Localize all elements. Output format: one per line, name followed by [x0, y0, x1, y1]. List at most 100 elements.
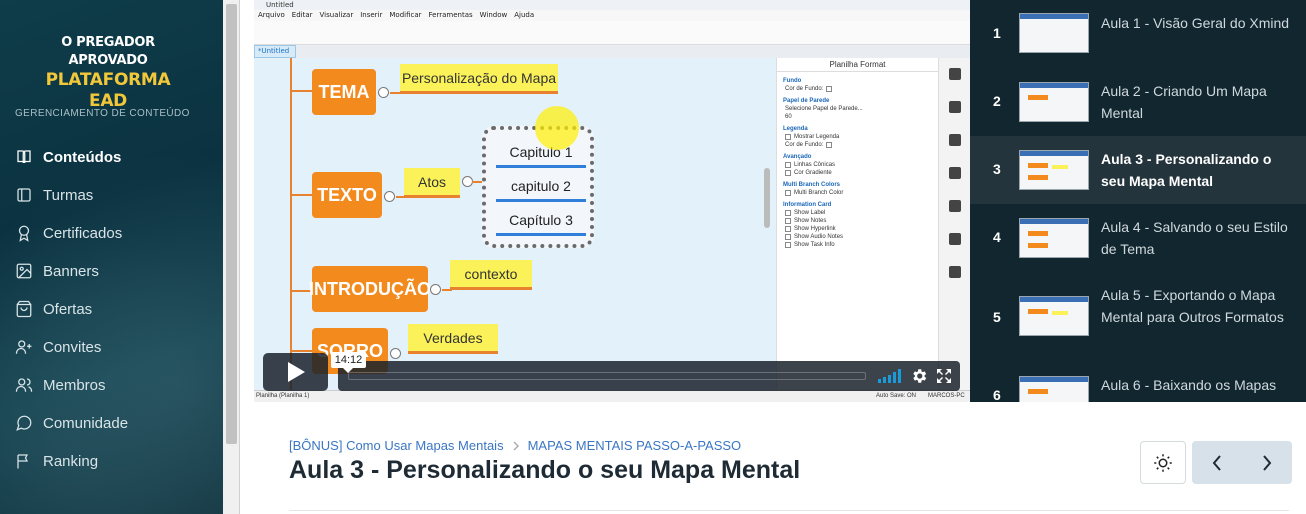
lesson-title: Aula 3 - Personalizando o seu Mapa Menta… [289, 456, 801, 484]
collapse-icon [430, 284, 441, 295]
collapse-icon [384, 191, 395, 202]
sidebar-item-certificados[interactable]: Certificados [15, 214, 215, 252]
video-player[interactable]: Untitled Arquivo Editar Visualizar Inser… [254, 0, 970, 402]
panel-row: Cor de Fundo: [785, 142, 938, 148]
brand-logo[interactable]: O PREGADOR APROVADO PLATAFORMA EAD [34, 34, 182, 112]
sidebar-item-label: Membros [43, 376, 106, 394]
panel-heading: Fundo [783, 78, 802, 84]
cursor-highlight [535, 106, 579, 150]
playlist-item[interactable]: 6 Aula 6 - Baixando os Mapas Mentais da … [970, 362, 1306, 402]
panel-heading: Papel de Parede [783, 98, 830, 104]
panel-value: 60 [785, 114, 792, 120]
playlist-item[interactable]: 2 Aula 2 - Criando Um Mapa Mental [970, 68, 1306, 136]
image-icon [948, 134, 961, 146]
sidebar-item-comunidade[interactable]: Comunidade [15, 404, 215, 442]
mindmap-canvas: TEMA Personalização do Mapa TEXTO Atos I… [254, 58, 776, 390]
volume-icon[interactable] [878, 369, 902, 383]
sidebar-item-convites[interactable]: Convites [15, 328, 215, 366]
playlist-item-title: Aula 1 - Visão Geral do Xmind [1101, 15, 1290, 31]
video-menu-item: Inserir [360, 11, 383, 19]
next-lesson-button[interactable] [1242, 441, 1292, 484]
video-controls [338, 361, 960, 391]
status-user: MARCOS-PC [928, 393, 965, 399]
breadcrumb: [BÔNUS] Como Usar Mapas Mentais MAPAS ME… [289, 438, 741, 453]
branch-line [290, 350, 314, 352]
gear-icon[interactable] [910, 367, 928, 385]
panel-heading: Legenda [783, 126, 808, 132]
sidebar-item-membros[interactable]: Membros [15, 366, 215, 404]
panel-row: Selecione Papel de Parede... [785, 106, 938, 112]
sidebar-item-label: Certificados [43, 224, 123, 242]
panel-label: Show Hyperlink [794, 226, 836, 232]
chevron-left-icon [1212, 454, 1221, 471]
sidebar-item-label: Convites [43, 338, 102, 356]
checkbox [785, 162, 791, 168]
brand-line-1: O PREGADOR APROVADO [61, 35, 155, 68]
video-menu-item: Modificar [389, 11, 422, 19]
playlist-item[interactable]: 5 Aula 5 - Exportando o Mapa Mental para… [970, 272, 1306, 362]
theme-toggle-button[interactable] [1140, 441, 1186, 484]
lesson-navigation [1192, 441, 1292, 484]
playlist-item-number: 2 [993, 93, 1001, 109]
status-left: Planilha (Planilha 1) [256, 393, 310, 399]
sidebar-item-ofertas[interactable]: Ofertas [15, 290, 215, 328]
video-app-toolbar [254, 21, 970, 45]
panel-label: Multi Branch Color [794, 190, 844, 196]
sidebar-scrollbar[interactable] [223, 0, 240, 514]
sidebar-item-ranking[interactable]: Ranking [15, 442, 215, 480]
panel-title: Planilha Format [777, 58, 938, 72]
flag-icon [17, 454, 29, 469]
note-icon [948, 200, 961, 212]
video-menu-item: Editar [291, 11, 313, 19]
xmind-side-toolbar [938, 58, 970, 390]
playlist-item[interactable]: 4 Aula 4 - Salvando o seu Estilo de Tema [970, 204, 1306, 272]
panel-heading: Avançado [783, 154, 812, 160]
sidebar-item-conteudos[interactable]: Conteúdos [15, 138, 215, 176]
video-app-tab: *Untitled [254, 45, 296, 58]
video-app-menu: Arquivo Editar Visualizar Inserir Modifi… [254, 10, 970, 21]
subtopic: contexto [450, 260, 532, 290]
sidebar-item-turmas[interactable]: Turmas [15, 176, 215, 214]
panel-row: Cor Gradiente [785, 170, 938, 176]
canvas-scrollbar [764, 168, 770, 228]
playlist-item-active[interactable]: 3 Aula 3 - Personalizando o seu Mapa Men… [970, 136, 1306, 204]
lesson-playlist: 1 Aula 1 - Visão Geral do Xmind 2 Aula 2… [970, 0, 1306, 402]
playlist-item[interactable]: 1 Aula 1 - Visão Geral do Xmind [970, 0, 1306, 68]
shopping-bag-icon [16, 300, 32, 318]
color-swatch [826, 86, 833, 92]
image-icon [16, 263, 32, 279]
progress-bar[interactable] [348, 372, 866, 380]
status-autosave: Auto Save: ON [876, 393, 917, 399]
playlist-item-number: 3 [993, 161, 1001, 177]
topic-tema: TEMA [312, 69, 376, 115]
page: O PREGADOR APROVADO PLATAFORMA EAD GEREN… [0, 0, 1306, 514]
fullscreen-icon[interactable] [936, 368, 952, 384]
previous-lesson-button[interactable] [1192, 441, 1242, 484]
playlist-item-number: 6 [993, 387, 1001, 402]
topic-introducao: INTRODUÇÃO [309, 266, 431, 312]
panel-label: Show Task Info [794, 242, 835, 248]
video-menu-item: Ajuda [514, 11, 535, 19]
sidebar-item-banners[interactable]: Banners [15, 252, 215, 290]
playlist-thumbnail [1019, 296, 1089, 336]
panel-label: Mostrar Legenda [794, 134, 840, 140]
panel-row: Multi Branch Color [785, 190, 938, 196]
checkbox [785, 134, 791, 140]
video-menu-item: Ferramentas [428, 11, 473, 19]
chevron-right-icon [1263, 454, 1272, 471]
checkbox [785, 242, 791, 248]
sidebar-item-label: Ofertas [43, 300, 93, 318]
xmind-statusbar: Planilha (Planilha 1) Auto Save: ON MARC… [254, 390, 970, 402]
playlist-item-title: Aula 4 - Salvando o seu Estilo de Tema [1101, 219, 1288, 257]
brand-line-2: PLATAFORMA EAD [45, 70, 171, 111]
play-button[interactable] [263, 353, 328, 391]
panel-label: Cor de Fundo: [785, 86, 824, 92]
panel-label: Linhas Cônicas [794, 162, 836, 168]
breadcrumb-course-link[interactable]: [BÔNUS] Como Usar Mapas Mentais [289, 438, 504, 453]
playlist-thumbnail [1019, 13, 1089, 53]
divider [289, 510, 1289, 511]
scrollbar-thumb[interactable] [226, 4, 237, 444]
video-menu-item: Window [479, 11, 508, 19]
breadcrumb-module-link[interactable]: MAPAS MENTAIS PASSO-A-PASSO [528, 438, 742, 453]
panel-label: Show Label [794, 210, 826, 216]
